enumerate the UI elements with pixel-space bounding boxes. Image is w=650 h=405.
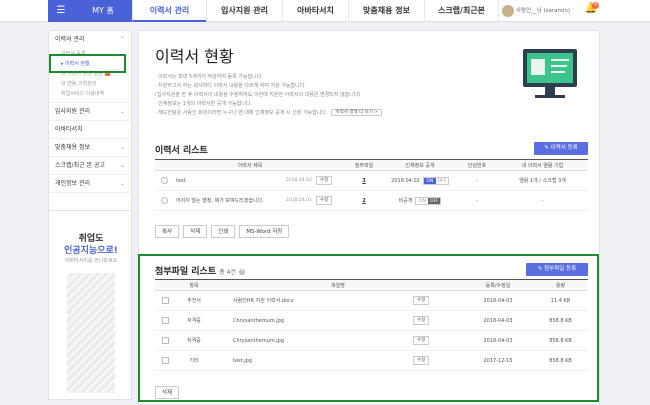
top-navigation: ☰ MY 홈 이력서 관리 입사지원 관리 아바타서치 맞춤채용 정보 스크랩/… — [0, 0, 650, 22]
chevron-down-icon: ⌄ — [119, 180, 125, 187]
nav-scrap-recent[interactable]: 스크랩/최근본 — [424, 0, 498, 22]
chevron-down-icon: ⌄ — [119, 162, 125, 169]
sidebar-section-custom[interactable]: 맞춤채용 정보 ⌄ — [49, 139, 131, 157]
public-toggle[interactable]: ON OFF — [422, 176, 449, 185]
msword-save-button[interactable]: MS-Word 저장 — [239, 225, 290, 238]
attachment-count-link[interactable]: 3 — [362, 178, 365, 184]
hamburger-icon[interactable]: ☰ — [48, 0, 74, 22]
highlight-box-sidebar — [49, 54, 126, 73]
delete-button[interactable]: 삭제 — [183, 225, 208, 238]
edit-button[interactable]: 수정 — [316, 176, 333, 185]
profile-name: 사람인__님 (saramin) — [516, 8, 571, 14]
sidebar-section-scrap[interactable]: 스크랩/최근 본 공고 ⌄ — [49, 157, 131, 175]
sidebar-section-resume[interactable]: 이력서 관리 ⌃ — [49, 31, 131, 49]
myhome-button[interactable]: MY 홈 — [74, 0, 132, 22]
table-row: 어지지 않는 열정, 제가 보여드리겠습니다. 2018.04.03 수정 2 … — [155, 191, 588, 211]
nav-resume-manage[interactable]: 이력서 관리 — [132, 0, 206, 22]
nav-avatar-search[interactable]: 아바타서치 — [282, 0, 348, 22]
resume-radio[interactable] — [161, 177, 168, 184]
chevron-down-icon: ⌄ — [119, 144, 125, 151]
resume-table: 이력서 제목 첨부파일 인재정보 공개 안심번호 내 이력서 열람 기업 tes… — [155, 159, 588, 211]
avatar — [502, 5, 514, 17]
global-nav: 이력서 관리 입사지원 관리 아바타서치 맞춤채용 정보 스크랩/최근본 — [132, 0, 498, 22]
page-title: 이력서 현황 — [155, 47, 234, 66]
attachment-count-link[interactable]: 2 — [362, 198, 365, 204]
resume-list-title: 이력서 리스트 — [155, 146, 208, 156]
table-row: test 2018.04.03 수정 3 2018.04.02 ON OFF -… — [155, 171, 588, 191]
sidebar-item-service-history[interactable]: 취업서비스 이용내역 — [49, 89, 131, 99]
highlight-box-attachments — [138, 254, 599, 402]
resume-actions: 복사 삭제 인쇄 MS-Word 저장 — [155, 225, 293, 238]
public-toggle[interactable]: ON OFF — [415, 196, 442, 205]
chevron-down-icon: ⌄ — [119, 108, 125, 115]
chevron-up-icon: ⌃ — [119, 36, 125, 43]
sidebar-section-avatar[interactable]: 아바타서치 — [49, 121, 131, 139]
resume-register-button[interactable]: ✎ 이력서 등록 — [534, 142, 588, 155]
resume-table-header: 이력서 제목 첨부파일 인재정보 공개 안심번호 내 이력서 열람 기업 — [155, 159, 588, 171]
banner-illustration — [67, 273, 115, 393]
nav-custom-jobs[interactable]: 맞춤채용 정보 — [348, 0, 424, 22]
profile-menu[interactable]: 사람인__님 (saramin) — [498, 0, 576, 22]
resume-notes: · 이력서는 최대 5개까지 작성하여 등록 가능합니다. · 지원하고자 하는… — [155, 73, 455, 118]
monitor-illustration — [519, 41, 585, 111]
sidebar-section-privacy[interactable]: 개인정보 관리 ⌄ — [49, 175, 131, 193]
sidebar-section-application[interactable]: 입사지원 관리 ⌄ — [49, 103, 131, 121]
edit-button[interactable]: 수정 — [316, 196, 333, 205]
avatar-search-banner[interactable]: 취업도 인공지능으로! 아바타서치를 만나보세요 — [48, 210, 132, 400]
notification-badge: 9 — [592, 2, 599, 9]
print-button[interactable]: 인쇄 — [211, 225, 236, 238]
resume-radio[interactable] — [161, 197, 168, 204]
policy-more-button[interactable]: 이력서 정책 더 보기 > — [331, 109, 383, 116]
sidebar-item-salary[interactable]: 내 연봉 이력관리 — [49, 79, 131, 89]
nav-application-manage[interactable]: 입사지원 관리 — [206, 0, 282, 22]
copy-button[interactable]: 복사 — [155, 225, 180, 238]
